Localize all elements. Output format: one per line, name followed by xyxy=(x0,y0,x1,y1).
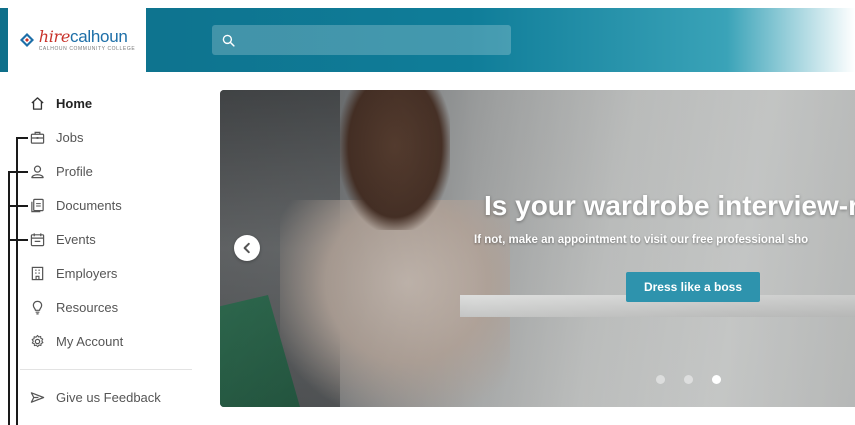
slide-subtitle: If not, make an appointment to visit our… xyxy=(474,234,809,246)
bracket-tick xyxy=(8,239,28,241)
building-icon xyxy=(28,264,46,282)
sidebar-item-events[interactable]: Events xyxy=(28,227,96,251)
sidebar-item-label: My Account xyxy=(56,333,124,349)
hero-carousel[interactable]: Is your wardrobe interview-rea If not, m… xyxy=(220,90,855,407)
slide-title: Is your wardrobe interview-rea xyxy=(484,190,855,221)
documents-icon xyxy=(28,196,46,214)
sidebar-item-feedback[interactable]: Give us Feedback xyxy=(28,385,161,409)
sidebar-item-home[interactable]: Home xyxy=(28,91,92,115)
bracket-tick xyxy=(8,205,28,207)
sidebar-item-label: Jobs xyxy=(56,129,84,145)
carousel-prev-button[interactable] xyxy=(234,235,260,261)
sidebar-item-resources[interactable]: Resources xyxy=(28,295,118,319)
chevron-left-icon xyxy=(241,242,253,254)
carousel-dots xyxy=(656,375,721,384)
bracket-line xyxy=(16,137,18,425)
logo-hire-text: hire xyxy=(38,27,71,46)
logo-mark-icon xyxy=(19,32,35,48)
sidebar-item-label: Give us Feedback xyxy=(56,389,161,405)
top-header: hirecalhoun CALHOUN COMMUNITY COLLEGE xyxy=(0,8,855,72)
sidebar-item-label: Profile xyxy=(56,163,93,179)
logo-calhoun-text: calhoun xyxy=(70,27,128,46)
briefcase-icon xyxy=(28,128,46,146)
logo-subtitle: CALHOUN COMMUNITY COLLEGE xyxy=(38,46,136,52)
home-icon xyxy=(28,94,46,112)
send-icon xyxy=(28,388,46,406)
sidebar-item-jobs[interactable]: Jobs xyxy=(28,125,83,149)
user-icon xyxy=(28,162,46,180)
sidebar-item-profile[interactable]: Profile xyxy=(28,159,93,183)
slide-image-shade xyxy=(220,90,855,407)
sidebar-item-label: Documents xyxy=(56,197,122,213)
sidebar-nav: Home Jobs Profile Documents Events Emplo… xyxy=(0,72,205,425)
gear-icon xyxy=(28,332,46,350)
dress-like-a-boss-button[interactable]: Dress like a boss xyxy=(626,272,760,302)
sidebar-divider xyxy=(20,369,192,370)
calendar-icon xyxy=(28,230,46,248)
sidebar-item-label: Employers xyxy=(56,265,118,281)
carousel-dot[interactable] xyxy=(656,375,665,384)
carousel-dot[interactable] xyxy=(684,375,693,384)
bracket-tick xyxy=(16,137,28,139)
search-box[interactable] xyxy=(212,25,511,55)
sidebar-item-label: Resources xyxy=(56,299,119,315)
sidebar-item-my-account[interactable]: My Account xyxy=(28,329,123,353)
bracket-line xyxy=(8,171,10,425)
logo[interactable]: hirecalhoun CALHOUN COMMUNITY COLLEGE xyxy=(8,8,146,72)
sidebar-item-label: Events xyxy=(56,231,96,247)
sidebar-item-label: Home xyxy=(56,95,93,111)
lightbulb-icon xyxy=(28,298,46,316)
search-icon xyxy=(222,34,235,47)
bracket-tick xyxy=(8,171,28,173)
carousel-dot-active[interactable] xyxy=(712,375,721,384)
sidebar-item-documents[interactable]: Documents xyxy=(28,193,122,217)
search-input[interactable] xyxy=(242,25,502,55)
sidebar-item-employers[interactable]: Employers xyxy=(28,261,117,285)
